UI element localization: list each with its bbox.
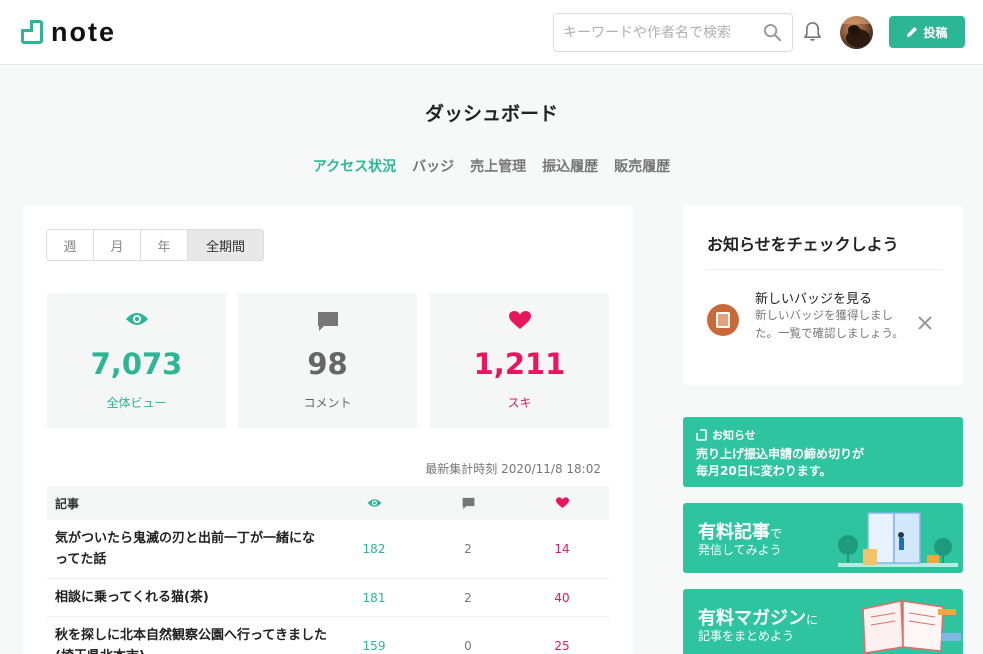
book-illustration — [838, 512, 958, 567]
banner-text-line2: 毎月20日に変わります。 — [696, 464, 832, 478]
note-logo-icon — [21, 20, 43, 44]
tab-transfers[interactable]: 振込履歴 — [542, 156, 598, 176]
search-icon[interactable] — [763, 23, 782, 46]
article-views: 181 — [362, 590, 386, 605]
tab-sales-history[interactable]: 販売履歴 — [614, 156, 670, 176]
article-title[interactable]: 気がついたら鬼滅の刃と出前一丁が一緒になってた話 — [47, 520, 327, 578]
article-comments: 0 — [464, 639, 472, 653]
banner-title-main: 有料記事 — [698, 522, 770, 543]
notice-heading[interactable]: 新しいバッジを見る — [755, 288, 872, 307]
likes-stat: 1,211 スキ — [430, 293, 609, 428]
table-row[interactable]: 気がついたら鬼滅の刃と出前一丁が一緒になってた話 182 2 14 — [47, 520, 609, 579]
banner-text-line1: 売り上げ振込申請の締め切りが — [696, 447, 865, 461]
likes-label: スキ — [507, 396, 532, 410]
comment-icon — [238, 311, 417, 332]
period-selector: 週 月 年 全期間 — [46, 229, 264, 261]
article-likes: 14 — [554, 542, 570, 556]
search-box — [553, 13, 793, 52]
notice-body: 新しいバッジを獲得しました。一覧で確認しましょう。 — [755, 308, 904, 340]
period-week[interactable]: 週 — [47, 230, 94, 260]
tab-sales[interactable]: 売上管理 — [470, 156, 526, 176]
pencil-icon — [907, 27, 918, 37]
paid-article-banner[interactable]: 有料記事で 発信してみよう — [683, 503, 963, 573]
paid-magazine-banner[interactable]: 有料マガジンに 記事をまとめよう — [683, 589, 963, 654]
period-year[interactable]: 年 — [141, 230, 188, 260]
period-month[interactable]: 月 — [94, 230, 141, 260]
article-likes: 25 — [554, 639, 570, 653]
dashboard-tabs: アクセス状況 バッジ 売上管理 振込履歴 販売履歴 — [0, 156, 983, 176]
column-likes-icon — [515, 497, 609, 509]
banner-subtitle: 記事をまとめよう — [698, 629, 795, 643]
banner-subtitle: 発信してみよう — [698, 543, 782, 557]
top-header: note 投稿 — [0, 0, 983, 65]
table-header: 記事 — [47, 486, 609, 520]
column-views-icon — [327, 498, 421, 508]
post-button[interactable]: 投稿 — [889, 16, 965, 48]
tab-access[interactable]: アクセス状況 — [313, 156, 396, 176]
banner-text: 売り上げ振込申請の締め切りが 毎月20日に変わります。 — [696, 446, 864, 480]
tab-badges[interactable]: バッジ — [412, 156, 454, 176]
bell-icon[interactable] — [803, 21, 822, 46]
article-title[interactable]: 秋を探しに北本自然観察公園へ行ってきました(埼玉県北本市) — [47, 617, 327, 654]
note-logo[interactable]: note — [21, 17, 116, 47]
table-row[interactable]: 相談に乗ってくれる猫(茶) 181 2 40 — [47, 579, 609, 617]
post-button-label: 投稿 — [923, 25, 948, 40]
views-count: 7,073 — [90, 347, 183, 381]
column-article: 記事 — [55, 496, 80, 511]
article-likes: 40 — [554, 590, 570, 605]
likes-count: 1,211 — [473, 347, 566, 381]
banner-title-main: 有料マガジン — [698, 608, 806, 629]
banner-tag-label: お知らせ — [712, 429, 756, 442]
last-updated: 最新集計時刻 2020/11/8 18:02 — [425, 462, 601, 476]
article-table: 記事 気がついたら鬼滅の刃と出前一丁が一緒になってた話 182 2 14 相談に… — [47, 486, 609, 654]
user-avatar[interactable] — [840, 16, 873, 49]
comments-count: 98 — [307, 347, 348, 381]
divider — [707, 269, 941, 270]
notice-card: お知らせをチェックしよう 新しいバッジを見る 新しいバッジを獲得しました。一覧で… — [683, 205, 963, 385]
article-views: 182 — [362, 542, 386, 556]
article-title[interactable]: 相談に乗ってくれる猫(茶) — [47, 579, 327, 616]
heart-icon — [430, 311, 609, 330]
notice-title: お知らせをチェックしよう — [707, 235, 899, 254]
banner-title-suffix: で — [770, 527, 783, 541]
views-label: 全体ビュー — [106, 396, 167, 410]
page-title: ダッシュボード — [424, 103, 558, 125]
banner-tag: お知らせ — [696, 427, 756, 443]
table-row[interactable]: 秋を探しに北本自然観察公園へ行ってきました(埼玉県北本市) 159 0 25 — [47, 617, 609, 654]
period-all[interactable]: 全期間 — [188, 230, 263, 260]
magazine-illustration — [862, 600, 961, 654]
close-icon[interactable] — [918, 315, 932, 334]
article-comments: 2 — [464, 590, 472, 605]
note-icon — [696, 429, 707, 441]
comments-label: コメント — [303, 396, 352, 410]
article-views: 159 — [362, 639, 386, 653]
views-stat: 7,073 全体ビュー — [47, 293, 226, 428]
column-comments-icon — [421, 497, 515, 510]
article-comments: 2 — [464, 542, 472, 556]
eye-icon — [47, 311, 226, 327]
logo-text: note — [51, 17, 116, 47]
search-input[interactable] — [554, 14, 754, 51]
banner-title-suffix: に — [806, 613, 819, 627]
comments-stat: 98 コメント — [238, 293, 417, 428]
stats-card: 週 月 年 全期間 7,073 全体ビュー 98 コメント 1,211 スキ 最… — [23, 205, 633, 654]
deadline-notice-banner[interactable]: お知らせ 売り上げ振込申請の締め切りが 毎月20日に変わります。 — [683, 417, 963, 487]
badge-icon — [707, 304, 739, 336]
